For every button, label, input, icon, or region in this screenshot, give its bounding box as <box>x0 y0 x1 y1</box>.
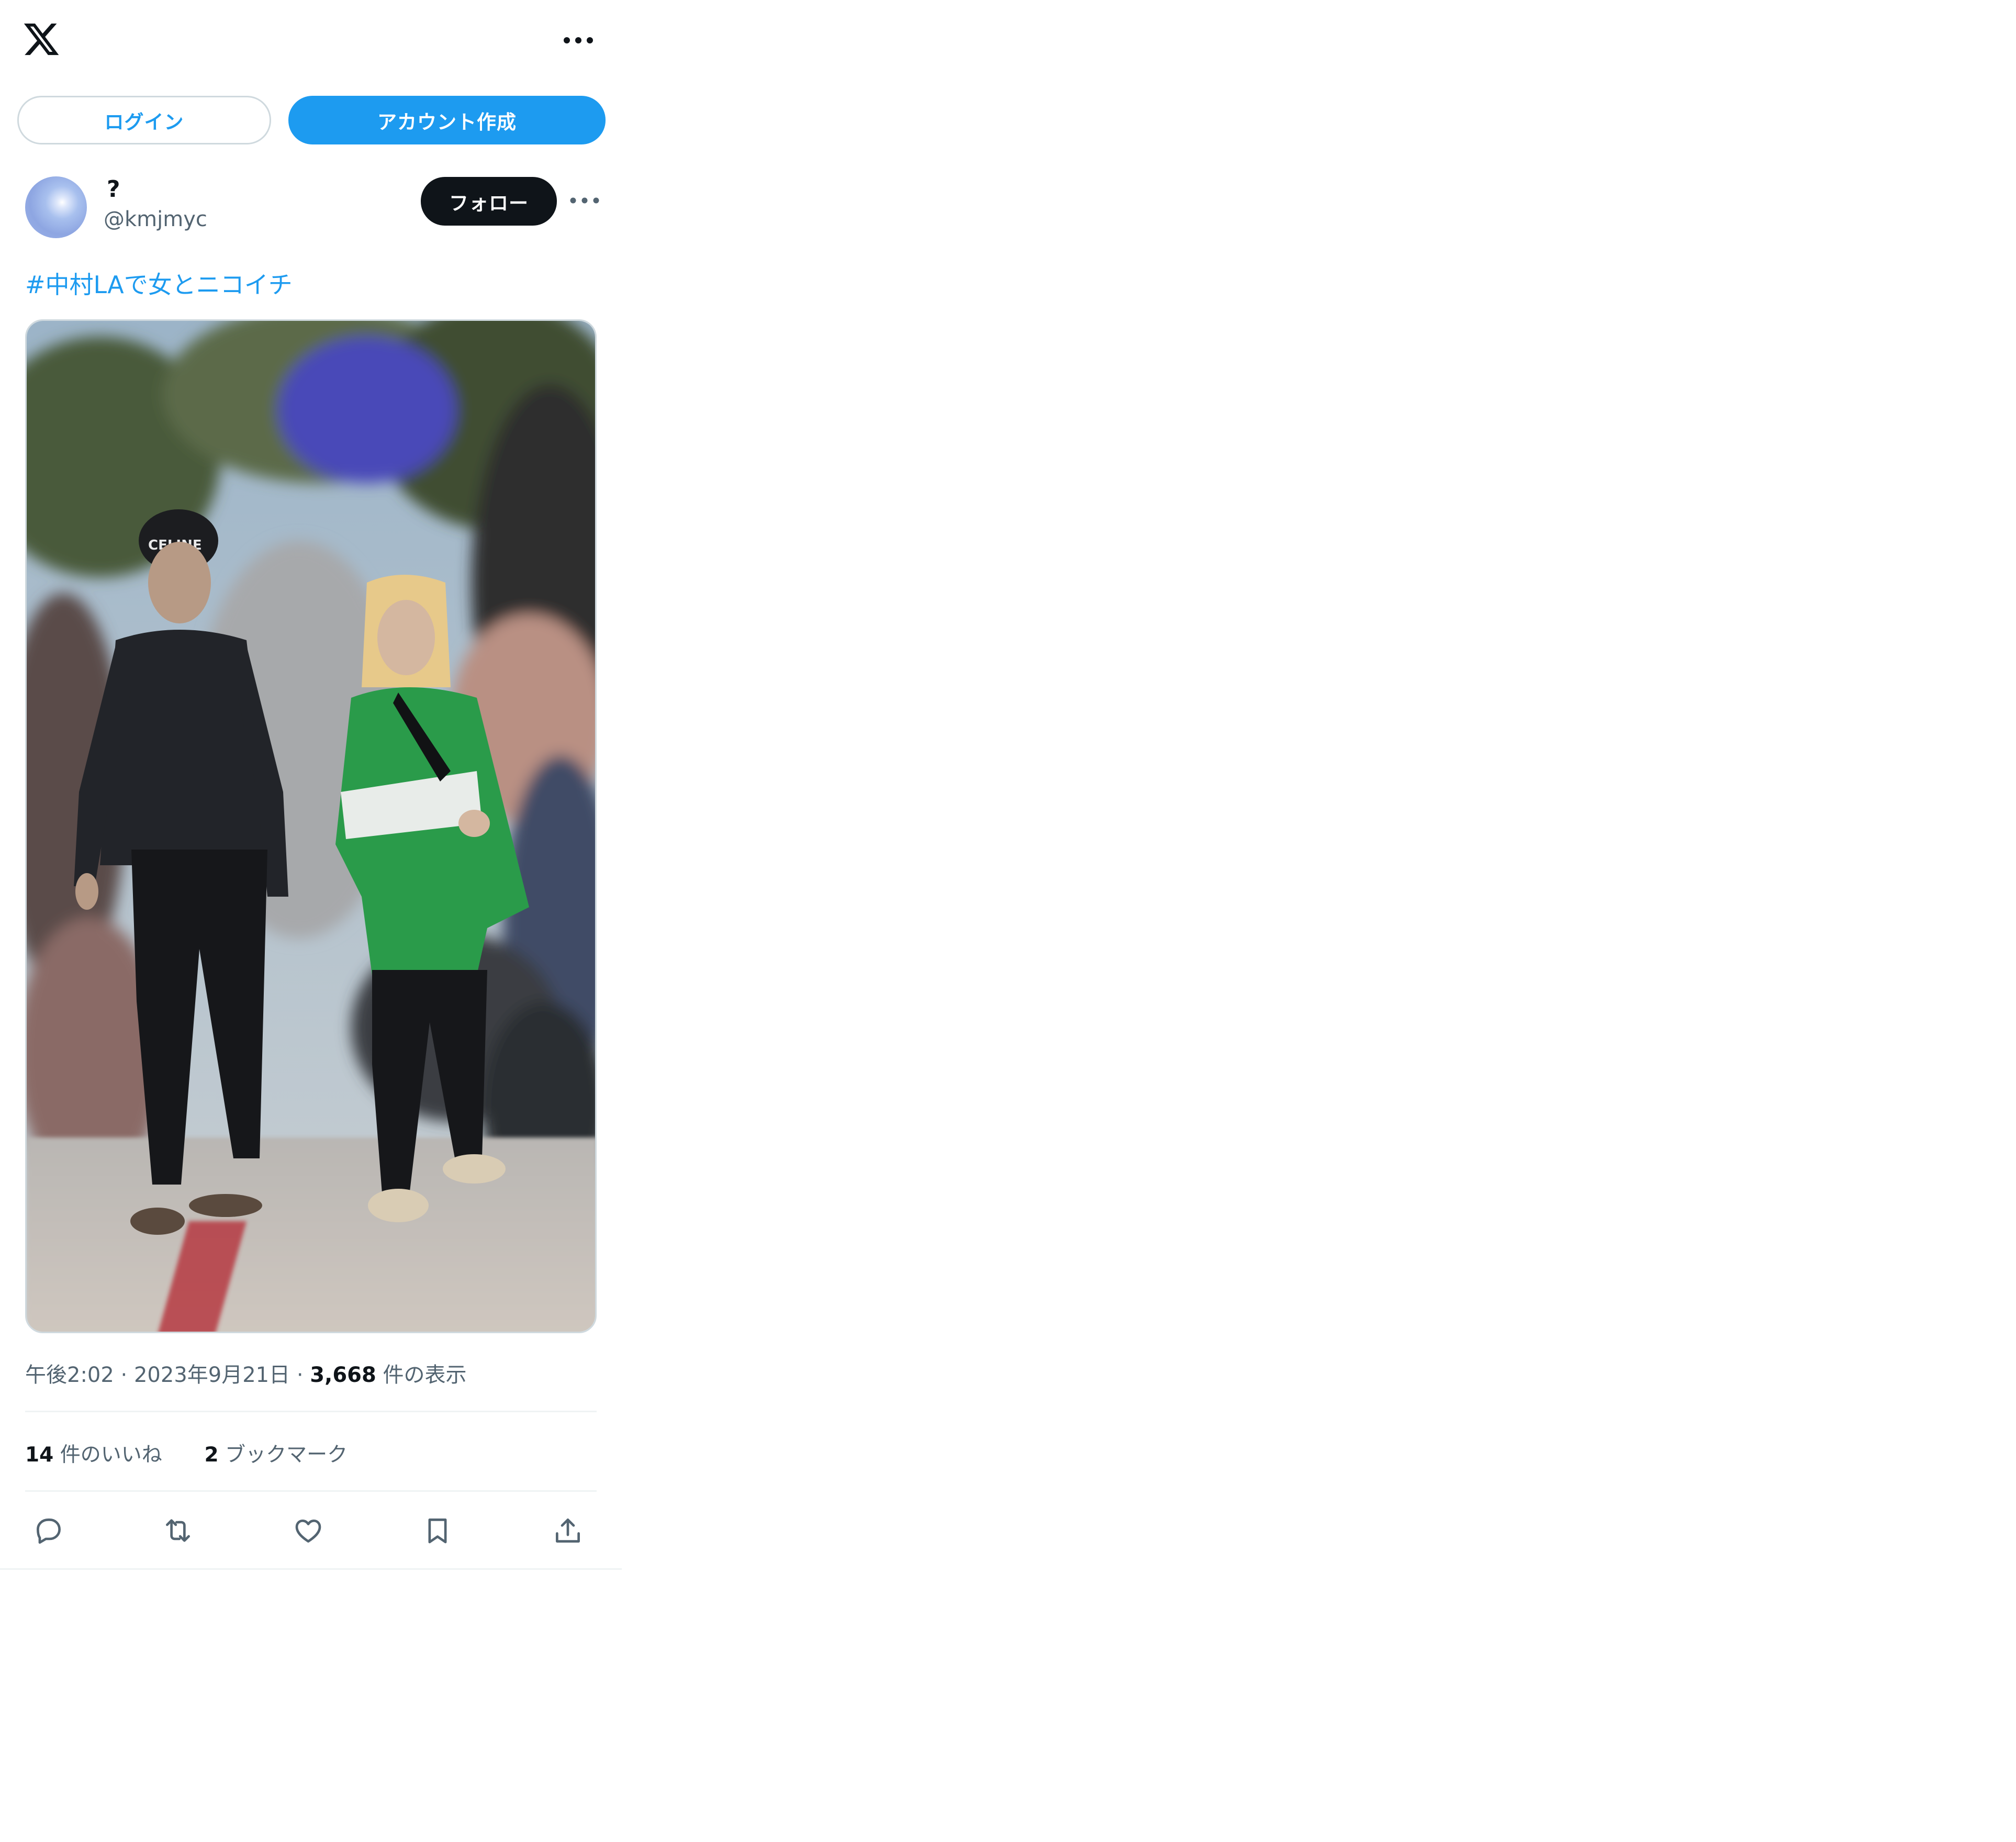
views-count: 3,668 <box>310 1363 376 1387</box>
share-icon[interactable] <box>551 1513 585 1548</box>
follow-button-label: フォロー <box>449 192 529 215</box>
bookmark-icon[interactable] <box>420 1513 455 1548</box>
retweet-icon[interactable] <box>161 1513 195 1548</box>
display-name[interactable]: ? <box>107 176 120 203</box>
reply-icon[interactable] <box>31 1513 66 1548</box>
bookmarks-count: 2 <box>204 1443 219 1467</box>
tweet-time[interactable]: 午後2:02 <box>25 1363 114 1387</box>
create-account-button[interactable]: アカウント作成 <box>288 96 606 144</box>
bookmarks-label: ブックマーク <box>225 1443 348 1467</box>
avatar[interactable] <box>25 176 87 238</box>
likes-label: 件のいいね <box>60 1443 162 1467</box>
post-more-icon[interactable] <box>566 187 603 214</box>
tweet-date[interactable]: 2023年9月21日 <box>134 1363 290 1387</box>
tweet-page: ログイン アカウント作成 ? @kmjmyc フォロー #中村LAで女とニコイチ <box>0 0 622 1570</box>
bookmarks-stat[interactable]: 2 ブックマーク <box>205 1443 348 1467</box>
divider <box>25 1490 597 1492</box>
tweet-stats: 14 件のいいね 2 ブックマーク <box>25 1438 348 1468</box>
likes-count: 14 <box>25 1443 54 1467</box>
tweet-photo[interactable]: CELINE <box>25 319 597 1333</box>
meta-separator: · <box>296 1363 310 1387</box>
likes-stat[interactable]: 14 件のいいね <box>25 1443 162 1467</box>
user-handle[interactable]: @kmjmyc <box>104 207 207 231</box>
views-label: 件の表示 <box>383 1363 467 1387</box>
follow-button[interactable]: フォロー <box>421 177 557 226</box>
x-logo-icon[interactable] <box>22 20 61 59</box>
hashtag-link[interactable]: #中村LAで女とニコイチ <box>25 266 293 300</box>
photo-illustration: CELINE <box>27 321 595 1332</box>
divider <box>25 1411 597 1412</box>
login-button[interactable]: ログイン <box>17 96 271 144</box>
heart-icon[interactable] <box>291 1513 326 1548</box>
tweet-meta: 午後2:02 · 2023年9月21日 · 3,668 件の表示 <box>25 1358 467 1388</box>
meta-separator: · <box>120 1363 134 1387</box>
login-button-label: ログイン <box>104 110 184 133</box>
more-horizontal-icon[interactable] <box>560 27 597 53</box>
create-account-button-label: アカウント作成 <box>377 110 517 133</box>
